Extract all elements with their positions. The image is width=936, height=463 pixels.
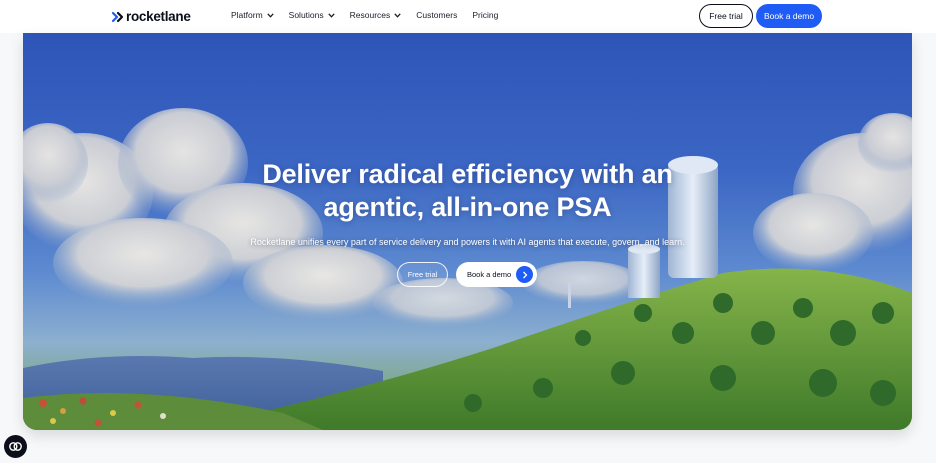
floating-widget-button[interactable] — [4, 435, 27, 458]
hero-free-trial-button[interactable]: Free trial — [397, 262, 448, 287]
nav-item-label: Resources — [349, 10, 391, 20]
chevron-down-icon — [327, 12, 335, 18]
logo-text: rocketlane — [126, 9, 191, 24]
nav-item-solutions[interactable]: Solutions — [289, 10, 335, 20]
nav-item-label: Customers — [416, 10, 458, 20]
nav-item-resources[interactable]: Resources — [350, 10, 402, 20]
nav-item-platform[interactable]: Platform — [231, 10, 274, 20]
hero-subtitle: Rocketlane unifies every part of service… — [250, 237, 685, 247]
nav-item-label: Pricing — [472, 10, 499, 20]
link-chat-icon — [9, 442, 22, 451]
nav-item-pricing[interactable]: Pricing — [472, 10, 498, 20]
rocketlane-logo[interactable]: rocketlane — [112, 8, 191, 25]
chevron-down-icon — [266, 12, 274, 18]
hero-title-line-1: Deliver radical efficiency with an — [262, 159, 673, 189]
hero-book-demo-label: Book a demo — [467, 270, 512, 279]
chevron-down-icon — [394, 12, 401, 18]
nav-item-label: Solutions — [288, 10, 324, 20]
hero-landscape-illustration — [23, 108, 912, 430]
double-chevron-logo-icon — [112, 11, 124, 22]
nav-item-customers[interactable]: Customers — [416, 10, 457, 20]
hero-section: Deliver radical efficiency with an agent… — [23, 33, 912, 430]
free-trial-button[interactable]: Free trial — [699, 4, 753, 28]
chevron-right-icon — [516, 266, 533, 283]
nav-menu: Platform Solutions Resources Customers P… — [231, 10, 513, 20]
top-navbar: rocketlane Platform Solutions Resources … — [0, 0, 936, 33]
nav-item-label: Platform — [231, 10, 263, 20]
book-demo-button[interactable]: Book a demo — [756, 4, 822, 28]
hero-book-demo-button[interactable]: Book a demo — [456, 262, 537, 287]
hero-title-line-2: agentic, all-in-one PSA — [323, 192, 612, 222]
hero-title: Deliver radical efficiency with an agent… — [23, 158, 912, 224]
